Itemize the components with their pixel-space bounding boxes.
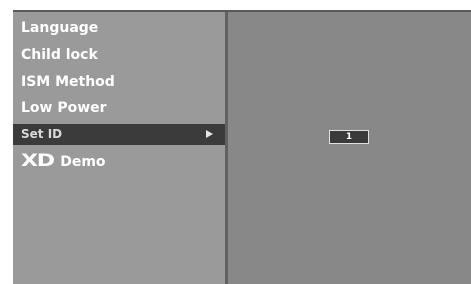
menu-item-low-power[interactable]: Low Power — [13, 98, 225, 119]
menu-item-set-id[interactable]: Set ID — [13, 124, 225, 145]
menu-item-label: Demo — [60, 154, 106, 170]
menu-item-label: ISM Method — [21, 74, 115, 90]
menu-item-label: Child lock — [21, 47, 98, 63]
menu-item-language[interactable]: Language — [13, 18, 225, 39]
xd-logo: XD — [21, 151, 55, 171]
osd-screen: Language Child lock ISM Method Low Power… — [13, 10, 471, 284]
setup-menu: Language Child lock ISM Method Low Power… — [13, 12, 225, 284]
menu-item-label: Language — [21, 20, 99, 36]
menu-item-label: Set ID — [21, 127, 63, 141]
menu-item-child-lock[interactable]: Child lock — [13, 45, 225, 66]
menu-item-xd-demo[interactable]: XD Demo — [13, 151, 225, 172]
menu-item-label: Low Power — [21, 100, 107, 116]
set-id-value-box[interactable]: 1 — [329, 130, 369, 144]
panel-divider — [225, 12, 228, 284]
arrow-right-icon — [206, 130, 213, 138]
menu-item-ism-method[interactable]: ISM Method — [13, 72, 225, 93]
